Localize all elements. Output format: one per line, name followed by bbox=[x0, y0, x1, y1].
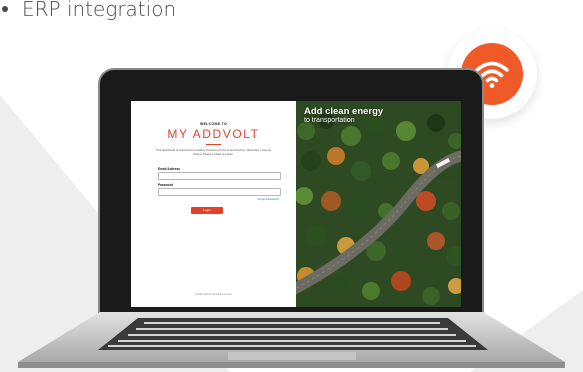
laptop-lid: WELCOME TO MY ADDVOLT This dashboard is … bbox=[100, 70, 482, 314]
login-panel: WELCOME TO MY ADDVOLT This dashboard is … bbox=[131, 101, 296, 307]
forgot-password-link[interactable]: Forgot Password? bbox=[231, 198, 279, 201]
laptop-keyboard-base bbox=[18, 312, 565, 368]
bullet-dot-icon bbox=[2, 6, 8, 12]
forest-road-image bbox=[296, 101, 461, 307]
password-label: Password bbox=[158, 183, 174, 187]
email-label: Email Address bbox=[158, 167, 181, 171]
intro-text: This dashboard is optimized for desktop … bbox=[155, 148, 272, 156]
promo-title: Add clean energy bbox=[304, 106, 384, 117]
brand-divider bbox=[206, 144, 221, 145]
feature-bullet-text: ERP integration bbox=[22, 0, 177, 21]
feature-bullet: ERP integration bbox=[2, 0, 176, 24]
laptop-screen: WELCOME TO MY ADDVOLT This dashboard is … bbox=[131, 101, 461, 307]
email-field[interactable] bbox=[158, 172, 281, 180]
brand-logo: MY ADDVOLT bbox=[167, 127, 260, 141]
login-button[interactable]: Login bbox=[191, 207, 223, 214]
promo-subtitle: to transportation bbox=[304, 117, 355, 124]
password-field[interactable] bbox=[158, 188, 281, 196]
welcome-text: WELCOME TO bbox=[199, 122, 228, 126]
copyright-footer: © 2021 AddVolt. All rights reserved. bbox=[194, 293, 233, 296]
promo-photo-panel: Add clean energy to transportation bbox=[296, 101, 461, 307]
